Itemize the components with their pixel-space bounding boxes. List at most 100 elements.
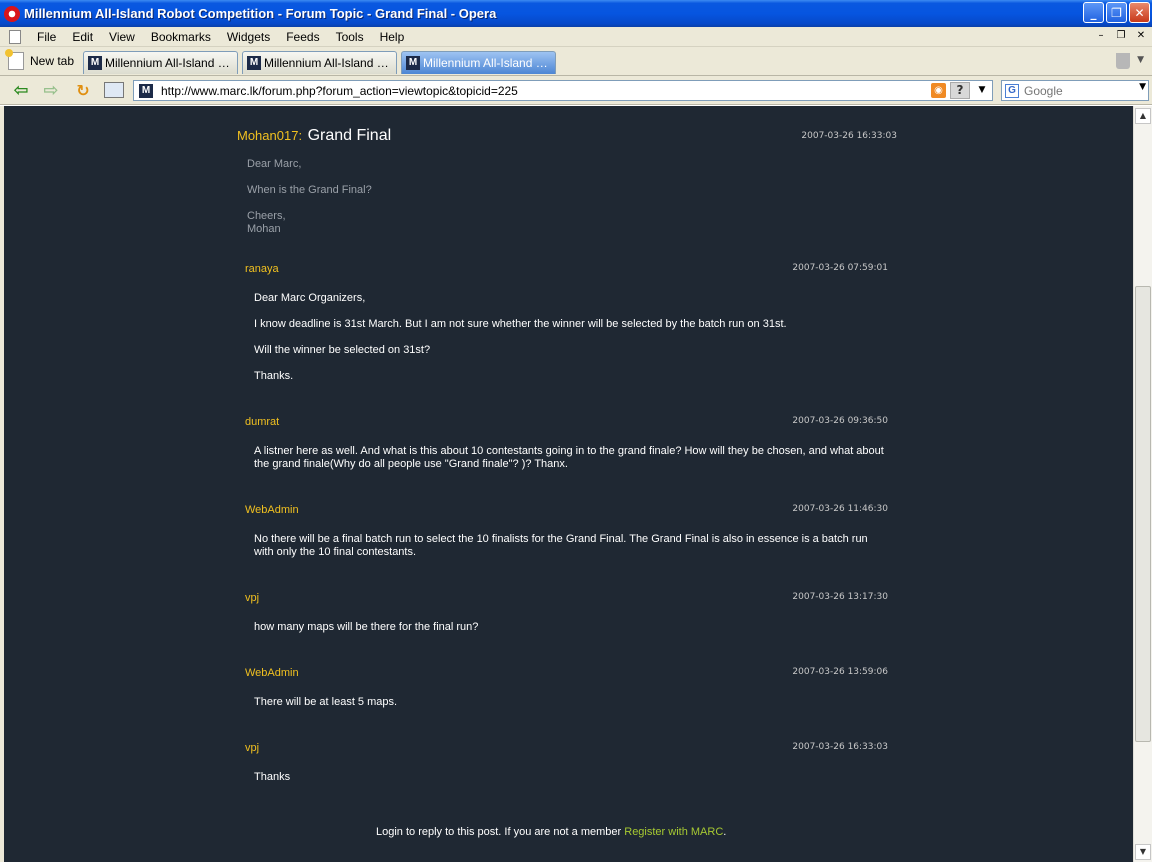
post-paragraph: Dear Marc Organizers, bbox=[254, 292, 366, 304]
forum-post: dumrat 2007-03-26 09:36:50 A listner her… bbox=[245, 415, 888, 484]
post-paragraph: I know deadline is 31st March. But I am … bbox=[254, 318, 787, 330]
post-body: There will be at least 5 maps. bbox=[254, 696, 884, 709]
minimize-button[interactable]: _ bbox=[1083, 2, 1104, 23]
maximize-button[interactable]: ❐ bbox=[1106, 2, 1127, 23]
page-close-icon[interactable]: ✕ bbox=[1134, 29, 1148, 43]
footer-text: Login to reply to this post. If you are … bbox=[376, 826, 625, 838]
topic-title: Grand Final bbox=[307, 127, 392, 144]
close-button[interactable]: ✕ bbox=[1129, 2, 1150, 23]
forum-post: WebAdmin 2007-03-26 11:46:30 No there wi… bbox=[245, 503, 888, 572]
forum-post: ranaya 2007-03-26 07:59:01 Dear Marc Org… bbox=[245, 262, 888, 396]
trash-icon[interactable] bbox=[1116, 53, 1130, 69]
new-tab-button[interactable]: New tab bbox=[5, 49, 75, 71]
page-restore-icon[interactable]: ❐ bbox=[1114, 29, 1128, 43]
home-icon[interactable] bbox=[104, 82, 124, 98]
post-date: 2007-03-26 07:59:01 bbox=[792, 263, 888, 273]
menu-widgets[interactable]: Widgets bbox=[219, 30, 278, 44]
search-box[interactable]: G ▼ bbox=[1001, 80, 1149, 101]
tab-label: Millennium All-Island Rob... bbox=[264, 56, 392, 70]
post-body: A listner here as well. And what is this… bbox=[254, 445, 884, 471]
post-paragraph: When is the Grand Final? bbox=[247, 184, 372, 196]
tab-1[interactable]: M Millennium All-Island Rob... bbox=[83, 51, 238, 74]
document-icon[interactable] bbox=[9, 29, 21, 44]
post-paragraph: Mohan bbox=[247, 223, 281, 235]
post-date: 2007-03-26 13:59:06 bbox=[792, 667, 888, 677]
scroll-thumb[interactable] bbox=[1135, 286, 1151, 742]
menu-tools[interactable]: Tools bbox=[328, 30, 372, 44]
post-author[interactable]: vpj bbox=[245, 592, 259, 604]
page-window-controls: – ❐ ✕ bbox=[1094, 29, 1148, 43]
back-arrow-icon[interactable]: ⇦ bbox=[10, 80, 32, 101]
tab-bar: New tab M Millennium All-Island Rob... M… bbox=[0, 47, 1152, 76]
opera-logo-icon bbox=[4, 5, 20, 22]
post-body: Dear Marc Organizers, I know deadline is… bbox=[254, 292, 884, 383]
post-author[interactable]: ranaya bbox=[245, 263, 279, 275]
window-controls: _ ❐ ✕ bbox=[1083, 2, 1150, 23]
footer-end: . bbox=[723, 826, 727, 838]
scroll-up-icon[interactable]: ▲ bbox=[1135, 108, 1151, 124]
post-paragraph: Cheers, bbox=[247, 210, 286, 222]
navigation-bar: ⇦ ⇨ ↻ M http://www.marc.lk/forum.php?for… bbox=[0, 76, 1152, 105]
chevron-down-icon[interactable]: ▼ bbox=[1137, 55, 1144, 65]
post-body: No there will be a final batch run to se… bbox=[254, 533, 884, 559]
register-link[interactable]: Register with MARC bbox=[624, 826, 723, 838]
post-paragraph: A listner here as well. And what is this… bbox=[254, 445, 884, 470]
new-tab-icon bbox=[5, 49, 24, 70]
marc-favicon-icon: M bbox=[139, 83, 153, 98]
topic-date: 2007-03-26 16:33:03 bbox=[801, 131, 897, 141]
post-author[interactable]: dumrat bbox=[245, 416, 279, 428]
title-bar: Millennium All-Island Robot Competition … bbox=[0, 0, 1152, 27]
page-content: Mohan017: Grand Final 2007-03-26 16:33:0… bbox=[4, 106, 1133, 862]
topic-body: Dear Marc, When is the Grand Final? Chee… bbox=[247, 158, 887, 236]
forward-arrow-icon[interactable]: ⇨ bbox=[40, 80, 62, 101]
menu-edit[interactable]: Edit bbox=[64, 30, 101, 44]
page-minimize-icon[interactable]: – bbox=[1094, 29, 1108, 43]
post-paragraph: Thanks bbox=[254, 771, 291, 783]
google-icon[interactable]: G bbox=[1005, 83, 1019, 98]
scroll-down-icon[interactable]: ▼ bbox=[1135, 844, 1151, 860]
post-paragraph: Thanks. bbox=[254, 370, 294, 382]
topic-header: Mohan017: Grand Final 2007-03-26 16:33:0… bbox=[237, 127, 897, 145]
menu-view[interactable]: View bbox=[101, 30, 143, 44]
marc-favicon-icon: M bbox=[247, 56, 261, 70]
forum-post: vpj 2007-03-26 13:17:30 how many maps wi… bbox=[245, 591, 888, 647]
post-paragraph: how many maps will be there for the fina… bbox=[254, 621, 479, 633]
post-paragraph: Will the winner be selected on 31st? bbox=[254, 344, 431, 356]
post-body: how many maps will be there for the fina… bbox=[254, 621, 884, 634]
chevron-down-icon[interactable]: ▼ bbox=[974, 82, 990, 99]
help-icon[interactable]: ? bbox=[950, 82, 970, 99]
address-field[interactable]: M http://www.marc.lk/forum.php?forum_act… bbox=[133, 80, 993, 101]
rss-feed-icon[interactable]: ◉ bbox=[931, 83, 946, 98]
reload-icon[interactable]: ↻ bbox=[72, 80, 94, 100]
post-paragraph: There will be at least 5 maps. bbox=[254, 696, 398, 708]
post-date: 2007-03-26 16:33:03 bbox=[792, 742, 888, 752]
forum-post: vpj 2007-03-26 16:33:03 Thanks bbox=[245, 741, 888, 797]
post-author[interactable]: WebAdmin bbox=[245, 504, 299, 516]
reply-footer: Login to reply to this post. If you are … bbox=[376, 826, 726, 838]
tab-label: Millennium All-Island Rob... bbox=[105, 56, 233, 70]
tab-2[interactable]: M Millennium All-Island Rob... bbox=[242, 51, 397, 74]
window-title: Millennium All-Island Robot Competition … bbox=[24, 6, 497, 21]
post-paragraph: No there will be a final batch run to se… bbox=[254, 533, 868, 558]
marc-favicon-icon: M bbox=[88, 56, 102, 70]
post-date: 2007-03-26 09:36:50 bbox=[792, 416, 888, 426]
menu-bookmarks[interactable]: Bookmarks bbox=[143, 30, 219, 44]
tab-label: Millennium All-Island Rob... bbox=[423, 56, 551, 70]
menu-help[interactable]: Help bbox=[372, 30, 413, 44]
vertical-scrollbar[interactable]: ▲ ▼ bbox=[1133, 106, 1152, 862]
url-text[interactable]: http://www.marc.lk/forum.php?forum_actio… bbox=[161, 84, 518, 98]
post-body: Thanks bbox=[254, 771, 884, 784]
marc-favicon-icon: M bbox=[406, 56, 420, 70]
menu-feeds[interactable]: Feeds bbox=[278, 30, 327, 44]
tab-3-active[interactable]: M Millennium All-Island Rob... bbox=[401, 51, 556, 74]
post-date: 2007-03-26 11:46:30 bbox=[792, 504, 888, 514]
menu-file[interactable]: File bbox=[29, 30, 64, 44]
new-tab-label: New tab bbox=[30, 54, 75, 68]
topic-author[interactable]: Mohan017: bbox=[237, 128, 302, 143]
post-author[interactable]: WebAdmin bbox=[245, 667, 299, 679]
forum-post: WebAdmin 2007-03-26 13:59:06 There will … bbox=[245, 666, 888, 722]
chevron-down-icon[interactable]: ▼ bbox=[1139, 82, 1146, 92]
post-author[interactable]: vpj bbox=[245, 742, 259, 754]
search-input[interactable] bbox=[1024, 83, 1124, 98]
post-date: 2007-03-26 13:17:30 bbox=[792, 592, 888, 602]
